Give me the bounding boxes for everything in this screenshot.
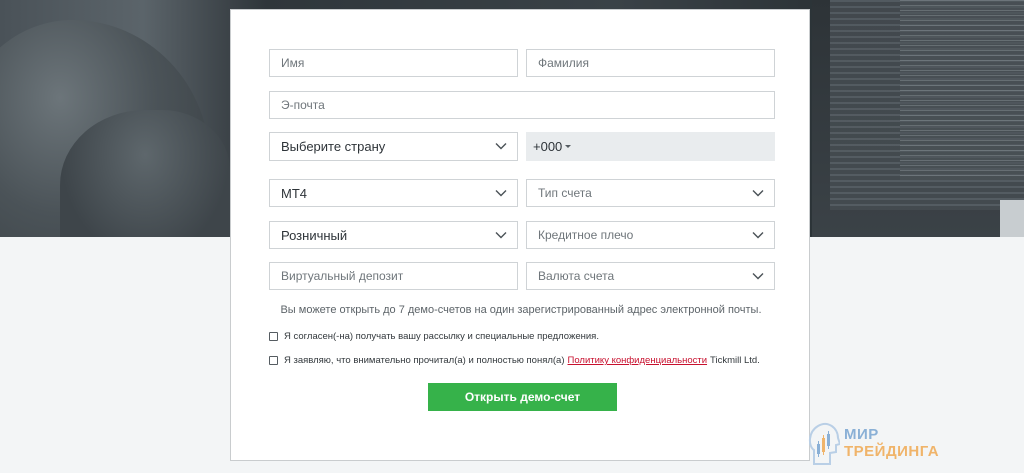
leverage-select-value: Кредитное плечо [538,228,634,242]
account-type-select-value: Тип счета [538,186,592,200]
phone-code-value: +000 [533,139,563,154]
client-type-select[interactable]: Розничный [269,221,518,249]
watermark-text: МИР ТРЕЙДИНГА [844,426,939,460]
privacy-consent-label: Я заявляю, что внимательно прочитал(а) и… [284,355,565,366]
chevron-down-icon [495,143,507,150]
newsletter-consent-label: Я согласен(-на) получать вашу рассылку и… [284,331,599,342]
newsletter-consent-checkbox[interactable] [269,332,278,341]
first-name-input[interactable]: Имя [269,49,518,77]
hero-monitor-screen-detail [900,0,1024,180]
first-name-placeholder: Имя [281,56,305,70]
privacy-consent-checkbox[interactable] [269,356,278,365]
currency-select[interactable]: Валюта счета [526,262,775,290]
email-placeholder: Э-почта [281,98,325,112]
last-name-placeholder: Фамилия [538,56,589,70]
country-select[interactable]: Выберите страну [269,132,518,161]
virtual-deposit-placeholder: Виртуальный депозит [281,269,404,283]
platform-select-value: MT4 [281,185,307,201]
caret-down-icon [565,145,571,148]
open-demo-account-button[interactable]: Открыть демо-счет [428,383,617,411]
privacy-consent-row: Я заявляю, что внимательно прочитал(а) и… [269,355,760,366]
currency-select-value: Валюта счета [538,269,615,283]
account-type-select[interactable]: Тип счета [526,179,775,207]
chevron-down-icon [752,190,764,197]
newsletter-consent-row: Я согласен(-на) получать вашу рассылку и… [269,331,599,342]
privacy-consent-company: Tickmill Ltd. [710,355,760,366]
watermark-logo: МИР ТРЕЙДИНГА [806,420,966,466]
last-name-input[interactable]: Фамилия [526,49,775,77]
privacy-policy-link[interactable]: Политику конфиденциальности [568,355,708,366]
demo-account-form: Имя Фамилия Э-почта Выберите страну +000… [230,9,810,461]
phone-field: +000 [526,132,775,161]
platform-select[interactable]: MT4 [269,179,518,207]
chevron-down-icon [495,232,507,239]
chevron-down-icon [495,190,507,197]
demo-accounts-note: Вы можете открыть до 7 демо-счетов на од… [280,304,762,316]
client-type-select-value: Розничный [281,227,348,243]
leverage-select[interactable]: Кредитное плечо [526,221,775,249]
virtual-deposit-input[interactable]: Виртуальный депозит [269,262,518,290]
country-select-value: Выберите страну [281,139,386,154]
chevron-down-icon [752,273,764,280]
phone-number-input[interactable] [574,132,775,161]
watermark-head-icon [808,422,840,465]
email-input[interactable]: Э-почта [269,91,775,119]
chevron-down-icon [752,232,764,239]
watermark-line-1: МИР [844,426,879,443]
hero-light-patch [1000,200,1024,237]
watermark-line-2: ТРЕЙДИНГА [844,443,940,460]
